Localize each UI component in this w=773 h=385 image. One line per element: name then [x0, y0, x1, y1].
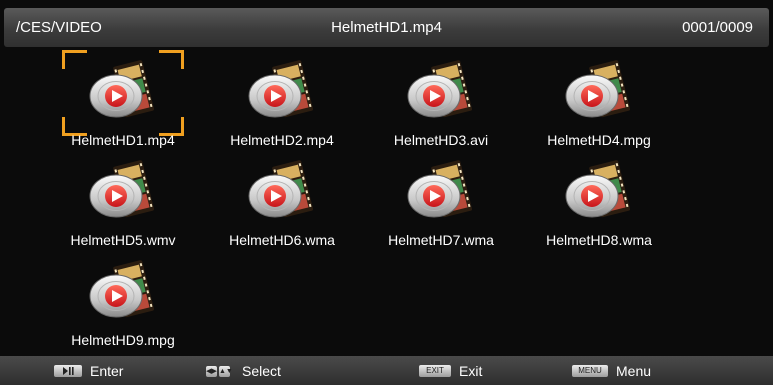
enter-hint: Enter [54, 362, 123, 380]
file-tile[interactable]: HelmetHD5.wmv [44, 148, 202, 250]
file-tile[interactable]: HelmetHD7.wma [362, 148, 520, 250]
select-label: Select [242, 363, 281, 379]
select-hint: ◀▶ ▲▼ Select [206, 362, 281, 380]
arrow-keys-icon: ◀▶ ▲▼ [206, 365, 233, 377]
header-bar: /CES/VIDEO HelmetHD1.mp4 0001/0009 [4, 8, 769, 47]
video-file-icon [88, 256, 158, 322]
video-file-icon [247, 56, 317, 122]
video-file-icon [564, 156, 634, 222]
menu-label: Menu [616, 363, 652, 379]
file-name: HelmetHD5.wmv [70, 232, 176, 248]
key-hint-bar: Enter ◀▶ ▲▼ Select EXIT Exit MENU Menu [0, 356, 773, 385]
file-tile[interactable]: HelmetHD6.wma [203, 148, 361, 250]
selected-file-title: HelmetHD1.mp4 [331, 19, 442, 36]
file-tile[interactable]: HelmetHD1.mp4 [44, 48, 202, 150]
video-file-icon [88, 156, 158, 222]
file-name: HelmetHD1.mp4 [71, 132, 175, 148]
enter-label: Enter [90, 363, 124, 379]
file-counter: 0001/0009 [682, 19, 753, 36]
video-file-icon [406, 156, 476, 222]
file-tile[interactable]: HelmetHD4.mpg [520, 48, 678, 150]
file-name: HelmetHD2.mp4 [230, 132, 334, 148]
menu-hint: MENU Menu [572, 362, 651, 380]
video-file-icon [247, 156, 317, 222]
file-tile[interactable]: HelmetHD8.wma [520, 148, 678, 250]
file-name: HelmetHD6.wma [229, 232, 335, 248]
file-tile[interactable]: HelmetHD9.mpg [44, 248, 202, 350]
file-name: HelmetHD3.avi [393, 132, 489, 148]
file-name: HelmetHD8.wma [546, 232, 652, 248]
exit-key-icon: EXIT [419, 365, 451, 377]
exit-label: Exit [459, 363, 483, 379]
file-tile[interactable]: HelmetHD3.avi [362, 48, 520, 150]
file-name: HelmetHD9.mpg [71, 332, 175, 348]
exit-hint: EXIT Exit [419, 362, 482, 380]
file-name: HelmetHD7.wma [388, 232, 494, 248]
file-name: HelmetHD4.mpg [547, 132, 651, 148]
play-pause-key-icon [54, 365, 82, 377]
video-file-icon [406, 56, 476, 122]
file-grid: HelmetHD1.mp4 HelmetHD2.mp4 HelmetHD3.av… [0, 48, 773, 350]
file-tile[interactable]: HelmetHD2.mp4 [203, 48, 361, 150]
video-file-icon [88, 56, 158, 122]
video-file-icon [564, 56, 634, 122]
menu-key-icon: MENU [572, 365, 608, 377]
